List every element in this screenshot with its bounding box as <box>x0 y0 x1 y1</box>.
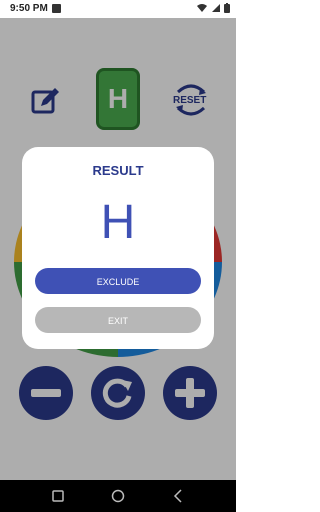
result-letter: H <box>100 196 136 249</box>
status-icons <box>196 3 230 13</box>
home-icon[interactable] <box>110 488 126 504</box>
exit-button[interactable]: EXIT <box>35 307 201 333</box>
battery-icon <box>224 3 230 13</box>
result-dialog: RESULT H EXCLUDE EXIT <box>22 147 214 349</box>
back-icon[interactable] <box>170 488 186 504</box>
recents-icon[interactable] <box>50 488 66 504</box>
navigation-bar <box>0 480 236 512</box>
status-time: 9:50 PM <box>10 3 48 14</box>
notification-icon <box>52 4 61 13</box>
status-bar: 9:50 PM <box>0 0 236 18</box>
wifi-icon <box>197 4 207 12</box>
dialog-title: RESULT <box>92 163 144 178</box>
signal-icon <box>212 4 220 12</box>
exclude-button[interactable]: EXCLUDE <box>35 268 201 294</box>
